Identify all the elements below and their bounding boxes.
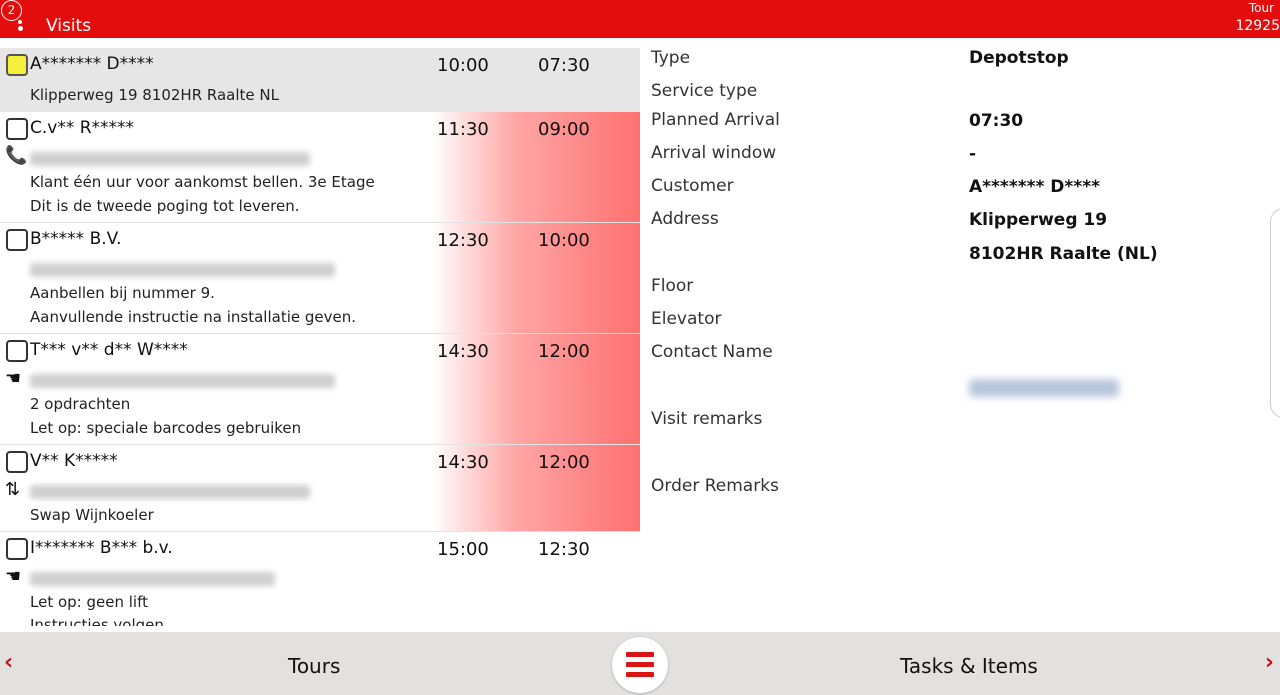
- type-value: Depotstop: [969, 48, 1069, 68]
- address-line-2: 8102HR Raalte (NL): [969, 244, 1158, 264]
- address-line-1: Klipperweg 19: [969, 210, 1108, 230]
- customer-value: A******* D****: [969, 177, 1100, 197]
- tour-label: Tour: [1248, 1, 1274, 15]
- arrival-window-label: Arrival window: [651, 143, 777, 163]
- blurred-contact-phone: [969, 379, 1119, 397]
- visit-checkbox[interactable]: [6, 340, 28, 362]
- visit-remark: Swap Wijnkoeler: [30, 506, 154, 524]
- visit-window-time: 15:00: [437, 539, 489, 560]
- bottom-navigation: ‹ Tours Tasks & Items ›: [0, 632, 1280, 695]
- status-dot: [18, 26, 23, 31]
- visit-remark: Aanbellen bij nummer 9.: [30, 284, 215, 302]
- visit-row[interactable]: C.v** R***** 11:30 09:00 📞 Klant één uur…: [0, 112, 640, 223]
- visit-remark: 2 opdrachten: [30, 395, 131, 413]
- tour-number: 12925: [1235, 18, 1280, 34]
- visit-checkbox[interactable]: [6, 538, 28, 560]
- visit-planned-time: 12:30: [538, 539, 590, 560]
- visit-planned-time: 09:00: [538, 119, 590, 140]
- app-header: 2 Visits Tour 12925: [0, 0, 1280, 38]
- menu-button[interactable]: [612, 637, 668, 693]
- type-label: Type: [651, 48, 691, 68]
- visit-planned-time: 12:00: [538, 341, 590, 362]
- blurred-address: [30, 485, 310, 499]
- arrival-window-value: -: [969, 144, 977, 164]
- visit-row[interactable]: T*** v** d** W**** 14:30 12:00 ☚ 2 opdra…: [0, 334, 640, 445]
- blurred-address: [30, 152, 310, 166]
- contact-name-label: Contact Name: [651, 342, 773, 362]
- menu-icon: [626, 662, 654, 667]
- tasks-items-button[interactable]: Tasks & Items: [900, 654, 1038, 678]
- visit-window-time: 11:30: [437, 119, 489, 140]
- visit-remark: Klant één uur voor aankomst bellen. 3e E…: [30, 173, 375, 191]
- menu-icon: [626, 652, 654, 657]
- visit-checkbox[interactable]: [6, 118, 28, 140]
- visit-customer-name: C.v** R*****: [30, 118, 135, 138]
- chevron-left-icon[interactable]: ‹: [4, 650, 13, 675]
- visit-row[interactable]: A******* D**** 10:00 07:30 Klipperweg 19…: [0, 48, 640, 112]
- chevron-right-icon[interactable]: ›: [1265, 650, 1274, 675]
- visit-remark: Let op: speciale barcodes gebruiken: [30, 419, 302, 437]
- visit-list[interactable]: A******* D**** 10:00 07:30 Klipperweg 19…: [0, 48, 640, 626]
- visit-customer-name: B***** B.V.: [30, 229, 122, 249]
- visit-planned-time: 10:00: [538, 230, 590, 251]
- visit-customer-name: I******* B*** b.v.: [30, 538, 173, 558]
- visit-remark: Dit is de tweede poging tot leveren.: [30, 197, 300, 215]
- page-title: Visits: [46, 16, 92, 36]
- blurred-address: [30, 572, 275, 586]
- side-drawer-handle[interactable]: [1270, 208, 1280, 418]
- service-type-label: Service type: [651, 81, 758, 101]
- phone-icon: 📞: [5, 145, 28, 166]
- visit-checkbox[interactable]: [6, 451, 28, 473]
- customer-label: Customer: [651, 176, 734, 196]
- visit-window-time: 10:00: [437, 55, 489, 76]
- visit-row[interactable]: I******* B*** b.v. 15:00 12:30 ☚ Let op:…: [0, 532, 640, 626]
- blurred-address: [30, 374, 335, 388]
- notification-badge[interactable]: 2: [1, 0, 22, 21]
- swap-icon: ⇅: [5, 479, 21, 500]
- visit-checkbox[interactable]: [6, 229, 28, 251]
- visit-row[interactable]: V** K***** 14:30 12:00 ⇅ Swap Wijnkoeler: [0, 445, 640, 532]
- visit-customer-name: A******* D****: [30, 54, 154, 74]
- floor-label: Floor: [651, 276, 694, 296]
- visit-remark: Instructies volgen: [30, 616, 164, 626]
- tours-button[interactable]: Tours: [288, 654, 340, 678]
- visit-remark: Let op: geen lift: [30, 593, 148, 611]
- menu-icon: [626, 672, 654, 677]
- order-remarks-label: Order Remarks: [651, 476, 779, 496]
- visit-window-time: 14:30: [437, 341, 489, 362]
- visit-remarks-label: Visit remarks: [651, 409, 763, 429]
- hand-icon: ☚: [5, 566, 22, 587]
- visit-checkbox[interactable]: [6, 54, 28, 76]
- planned-arrival-value: 07:30: [969, 111, 1024, 131]
- visit-customer-name: T*** v** d** W****: [30, 340, 188, 360]
- visit-row[interactable]: B***** B.V. 12:30 10:00 Aanbellen bij nu…: [0, 223, 640, 334]
- elevator-label: Elevator: [651, 309, 722, 329]
- visit-detail-panel: Type Depotstop Service type Planned Arri…: [640, 48, 1280, 628]
- visit-window-time: 14:30: [437, 452, 489, 473]
- status-dot: [18, 20, 22, 24]
- visit-remark: Aanvullende instructie na installatie ge…: [30, 308, 357, 326]
- visit-customer-name: V** K*****: [30, 451, 118, 471]
- hand-icon: ☚: [5, 368, 22, 389]
- visit-address: Klipperweg 19 8102HR Raalte NL: [30, 86, 279, 104]
- visit-planned-time: 12:00: [538, 452, 590, 473]
- visit-planned-time: 07:30: [538, 55, 590, 76]
- blurred-address: [30, 263, 335, 277]
- planned-arrival-label: Planned Arrival: [651, 110, 780, 130]
- address-label: Address: [651, 209, 719, 229]
- visit-window-time: 12:30: [437, 230, 489, 251]
